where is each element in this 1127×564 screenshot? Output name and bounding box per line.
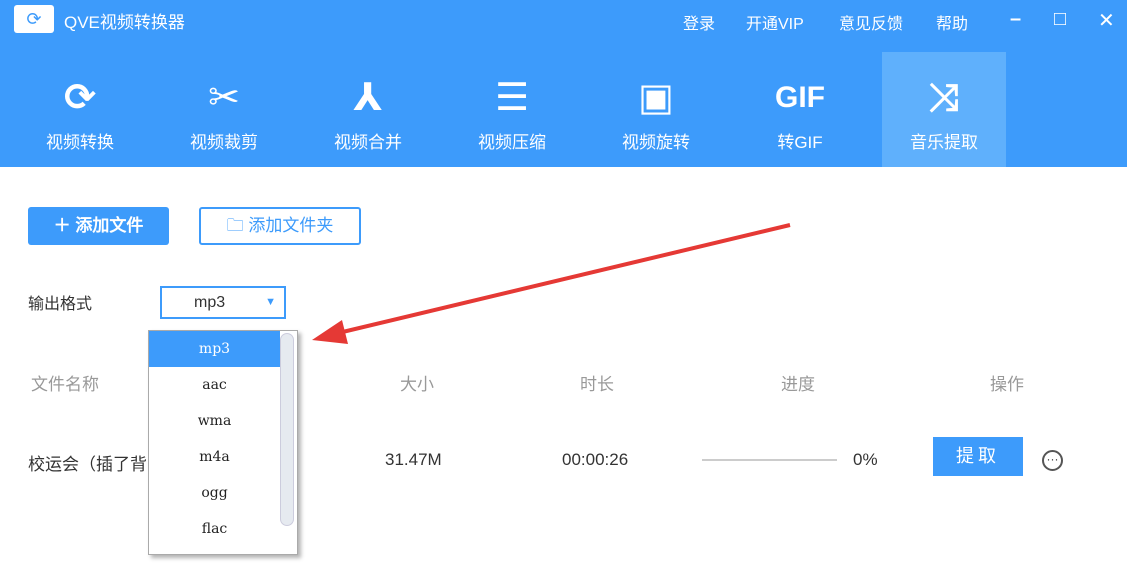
tool-icon: ▣ bbox=[638, 77, 674, 119]
tool-label: 视频压缩 bbox=[478, 133, 546, 152]
chevron-down-icon: ▼ bbox=[265, 296, 276, 308]
header-name: 文件名称 bbox=[31, 375, 99, 394]
header: ⟳ QVE视频转换器 登录 开通VIP 意见反馈 帮助 – □ ✕ ⟳ 视频转换 ✂… bbox=[0, 0, 1127, 167]
tab-tool-5[interactable]: GIF 转GIF bbox=[738, 52, 862, 167]
format-option[interactable]: flac bbox=[149, 511, 280, 547]
tab-tool-1[interactable]: ✂ 视频裁剪 bbox=[162, 52, 286, 167]
tool-icon: ☰ bbox=[494, 77, 530, 119]
add-file-button[interactable]: ＋ 添加文件 bbox=[28, 207, 169, 245]
tool-icon: GIF bbox=[775, 81, 825, 114]
app-logo-icon: ⟳ bbox=[14, 5, 54, 33]
header-action: 操作 bbox=[990, 375, 1024, 394]
format-option[interactable]: ogg bbox=[149, 475, 280, 511]
maximize-button[interactable]: □ bbox=[1054, 8, 1066, 31]
file-duration: 00:00:26 bbox=[562, 450, 629, 469]
tool-icon: ⤨ bbox=[928, 77, 960, 119]
tool-label: 视频转换 bbox=[46, 133, 114, 152]
tool-icon: ✂ bbox=[208, 77, 240, 119]
progress-text: 0% bbox=[853, 450, 878, 469]
app-title: QVE视频转换器 bbox=[64, 13, 185, 32]
tool-label: 音乐提取 bbox=[910, 133, 978, 152]
header-progress: 进度 bbox=[781, 375, 815, 394]
tab-tool-4[interactable]: ▣ 视频旋转 bbox=[594, 52, 718, 167]
format-option[interactable]: m4a bbox=[149, 439, 280, 475]
tool-label: 转GIF bbox=[777, 133, 823, 152]
red-arrow-annotation bbox=[312, 223, 791, 344]
file-size: 31.47M bbox=[385, 450, 442, 469]
tab-tool-6[interactable]: ⤨ 音乐提取 bbox=[882, 52, 1006, 167]
close-button[interactable]: ✕ bbox=[1098, 8, 1115, 33]
tab-tool-0[interactable]: ⟳ 视频转换 bbox=[18, 52, 142, 167]
tool-label: 视频旋转 bbox=[622, 133, 690, 152]
format-option[interactable]: wma bbox=[149, 403, 280, 439]
feedback-link[interactable]: 意见反馈 bbox=[839, 10, 903, 34]
format-option[interactable]: mp3 bbox=[149, 331, 280, 367]
progress-bar bbox=[702, 459, 837, 461]
format-select[interactable]: mp3 ▼ bbox=[160, 286, 286, 319]
login-link[interactable]: 登录 bbox=[683, 10, 715, 34]
file-name: 校运会（插了背 bbox=[28, 455, 147, 474]
tool-label: 视频裁剪 bbox=[190, 133, 258, 152]
dropdown-scrollbar[interactable] bbox=[280, 333, 294, 526]
header-duration: 时长 bbox=[580, 375, 614, 394]
extract-button[interactable]: 提取 bbox=[933, 437, 1023, 476]
format-option[interactable]: aac bbox=[149, 367, 280, 403]
folder-icon: 🗀 bbox=[226, 216, 249, 235]
more-options-icon[interactable]: ··· bbox=[1042, 450, 1063, 471]
tab-tool-2[interactable]: ⅄ 视频合并 bbox=[306, 52, 430, 167]
tool-label: 视频合并 bbox=[334, 133, 402, 152]
header-size: 大小 bbox=[400, 375, 434, 394]
help-link[interactable]: 帮助 bbox=[936, 10, 968, 34]
tool-icon: ⅄ bbox=[353, 77, 383, 119]
minimize-button[interactable]: – bbox=[1010, 8, 1021, 31]
format-value: mp3 bbox=[194, 294, 226, 311]
output-format-label: 输出格式 bbox=[28, 296, 93, 313]
vip-link[interactable]: 开通VIP bbox=[746, 10, 804, 34]
tab-tool-3[interactable]: ☰ 视频压缩 bbox=[450, 52, 574, 167]
format-dropdown: mp3 aac wma m4a ogg flac bbox=[148, 330, 298, 555]
tool-icon: ⟳ bbox=[64, 77, 96, 119]
